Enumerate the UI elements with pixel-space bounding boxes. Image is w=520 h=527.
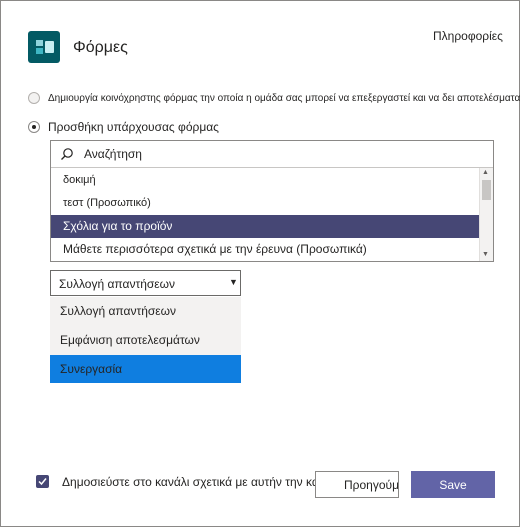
radio-add-existing[interactable]: [28, 121, 40, 133]
checkmark-icon: [38, 478, 47, 486]
form-list: δοκιμή τεστ (Προσωπικό) Σχόλια για το πρ…: [50, 140, 494, 262]
scroll-up-icon[interactable]: ▲: [482, 169, 489, 176]
radio-create-new[interactable]: [28, 92, 40, 104]
list-item[interactable]: δοκιμή: [51, 169, 479, 192]
about-link[interactable]: Πληροφορίες: [433, 29, 503, 43]
mode-options-list: Συλλογή απαντήσεων Εμφάνιση αποτελεσμάτω…: [50, 297, 241, 383]
mode-dropdown[interactable]: Συλλογή απαντήσεων ▼: [50, 270, 241, 296]
search-icon: [61, 148, 73, 160]
forms-app-icon: [28, 31, 60, 63]
post-to-channel-label: Δημοσιεύστε στο κανάλι σχετικά με αυτήν …: [62, 475, 349, 489]
option-collaborate[interactable]: Συνεργασία: [50, 355, 241, 383]
scroll-thumb[interactable]: [482, 180, 491, 200]
mode-dropdown-value: Συλλογή απαντήσεων: [59, 277, 176, 291]
save-button[interactable]: Save: [411, 471, 495, 498]
search-row: [51, 141, 493, 168]
list-item[interactable]: Μάθετε περισσότερα σχετικά με την έρευνα…: [51, 238, 479, 261]
option-collect-responses[interactable]: Συλλογή απαντήσεων: [50, 297, 241, 325]
post-to-channel-checkbox[interactable]: [36, 475, 49, 488]
search-input[interactable]: [84, 147, 464, 161]
dialog-frame: Φόρμες Πληροφορίες Δημιουργία κοινόχρηστ…: [0, 0, 520, 527]
list-scrollbar[interactable]: ▲ ▼: [479, 168, 493, 261]
list-item-selected[interactable]: Σχόλια για το προϊόν: [51, 215, 479, 238]
caret-down-icon: ▼: [229, 277, 238, 287]
option-show-results[interactable]: Εμφάνιση αποτελεσμάτων: [50, 326, 241, 354]
back-button[interactable]: Προηγούμενο: [315, 471, 399, 498]
scroll-down-icon[interactable]: ▼: [482, 251, 489, 258]
radio-add-existing-label[interactable]: Προσθήκη υπάρχουσας φόρμας: [48, 120, 219, 134]
radio-create-new-label[interactable]: Δημιουργία κοινόχρηστης φόρμας την οποία…: [48, 93, 520, 104]
list-item[interactable]: τεστ (Προσωπικό): [51, 192, 479, 215]
app-title: Φόρμες: [73, 39, 128, 56]
